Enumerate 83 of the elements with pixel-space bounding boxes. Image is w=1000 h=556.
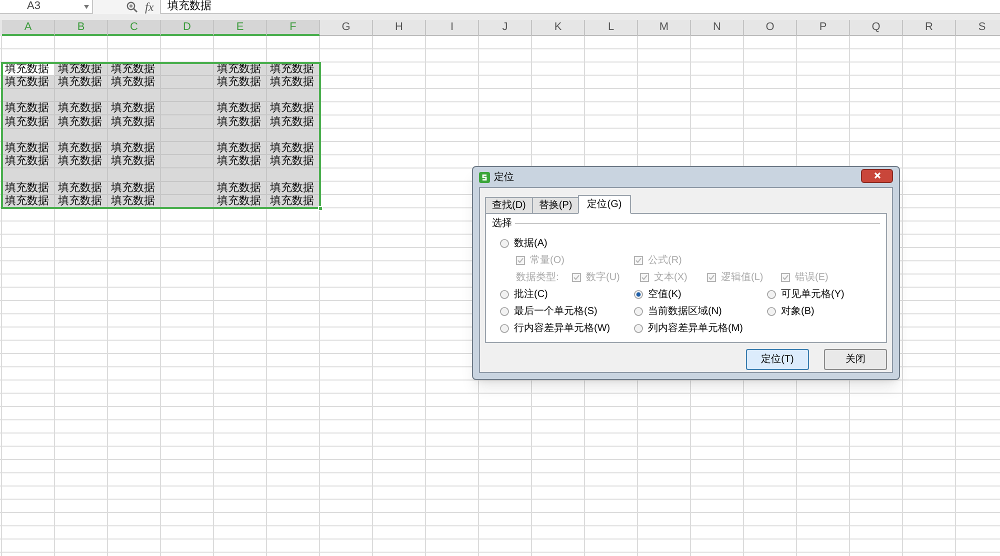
table-cell[interactable]: 填充数据 [108, 155, 161, 168]
column-header[interactable]: O [744, 20, 797, 36]
close-button[interactable] [861, 168, 893, 182]
option-label[interactable]: 行内容差异单元格(W) [514, 321, 610, 336]
group-label: 选择 [492, 216, 512, 231]
table-cell[interactable]: 填充数据 [214, 182, 267, 195]
table-cell[interactable]: 填充数据 [2, 116, 55, 129]
table-cell[interactable]: 填充数据 [55, 182, 108, 195]
table-cell[interactable]: 填充数据 [108, 182, 161, 195]
dialog-title: 定位 [494, 170, 515, 184]
table-cell[interactable]: 填充数据 [2, 195, 55, 208]
radio-icon[interactable] [500, 307, 509, 316]
dialog-button[interactable]: 定位(T) [746, 349, 809, 370]
table-cell[interactable]: 填充数据 [55, 195, 108, 208]
table-cell[interactable]: 填充数据 [108, 195, 161, 208]
option-label[interactable]: 对象(B) [781, 304, 814, 319]
table-cell[interactable]: 填充数据 [214, 76, 267, 89]
dialog-button[interactable]: 关闭 [824, 349, 887, 370]
radio-selected-icon[interactable] [634, 290, 643, 299]
radio-icon[interactable] [500, 239, 509, 248]
table-cell[interactable]: 填充数据 [2, 155, 55, 168]
table-cell[interactable]: 填充数据 [214, 142, 267, 156]
table-cell[interactable]: 填充数据 [267, 195, 320, 208]
table-cell[interactable]: 填充数据 [214, 195, 267, 208]
option-label[interactable]: 可见单元格(Y) [781, 287, 844, 302]
table-cell[interactable]: 填充数据 [2, 76, 55, 89]
column-header[interactable]: P [797, 20, 850, 36]
dropdown-caret-icon [84, 4, 89, 8]
table-cell[interactable]: 填充数据 [214, 116, 267, 129]
column-header[interactable]: N [691, 20, 744, 36]
radio-icon[interactable] [634, 324, 643, 333]
table-cell[interactable]: 填充数据 [108, 102, 161, 116]
formula-field[interactable]: 填充数据 [160, 0, 1000, 14]
option-label[interactable]: 空值(K) [648, 287, 682, 302]
column-header[interactable]: M [638, 20, 691, 36]
table-cell[interactable]: 填充数据 [267, 142, 320, 156]
option-label[interactable]: 数据(A) [514, 236, 548, 251]
column-header[interactable]: S [956, 20, 1000, 36]
table-cell[interactable]: 填充数据 [214, 155, 267, 168]
radio-icon[interactable] [767, 307, 776, 316]
table-cell[interactable]: 填充数据 [55, 142, 108, 156]
column-header[interactable]: G [320, 20, 373, 36]
table-cell[interactable]: 填充数据 [108, 76, 161, 89]
table-cell[interactable]: 填充数据 [55, 155, 108, 168]
option-label[interactable]: 当前数据区域(N) [648, 304, 722, 319]
radio-icon[interactable] [500, 324, 509, 333]
radio-icon[interactable] [500, 290, 509, 299]
function-label[interactable]: fx [145, 0, 154, 16]
option-label[interactable]: 批注(C) [514, 287, 548, 302]
tab[interactable]: 替换(P) [532, 197, 580, 214]
radio-icon[interactable] [634, 307, 643, 316]
table-cell[interactable]: 填充数据 [267, 102, 320, 116]
table-cell[interactable]: 填充数据 [2, 142, 55, 156]
table-cell[interactable]: 填充数据 [267, 182, 320, 195]
table-cell[interactable]: 填充数据 [267, 76, 320, 89]
column-header[interactable]: L [585, 20, 638, 36]
data-types-label: 数据类型: [516, 270, 560, 285]
column-header[interactable]: R [903, 20, 956, 36]
option-label[interactable]: 列内容差异单元格(M) [648, 321, 743, 336]
column-header[interactable]: J [479, 20, 532, 36]
column-header[interactable]: H [373, 20, 426, 36]
close-icon [874, 172, 880, 179]
column-header[interactable]: Q [850, 20, 903, 36]
table-cell[interactable]: 填充数据 [2, 102, 55, 116]
fill-handle[interactable] [318, 206, 323, 212]
table-cell[interactable]: 填充数据 [214, 102, 267, 116]
zoom-icon[interactable] [126, 1, 138, 13]
table-cell[interactable]: 填充数据 [267, 155, 320, 168]
table-cell[interactable]: 填充数据 [108, 116, 161, 129]
table-cell[interactable]: 填充数据 [55, 102, 108, 116]
column-header[interactable]: I [426, 20, 479, 36]
table-cell[interactable]: 填充数据 [267, 116, 320, 129]
tab[interactable]: 查找(D) [485, 197, 533, 214]
table-cell[interactable]: 填充数据 [108, 142, 161, 156]
table-cell[interactable]: 填充数据 [55, 116, 108, 129]
name-box[interactable]: A3 [0, 0, 93, 14]
column-header[interactable]: K [532, 20, 585, 36]
table-cell[interactable]: 填充数据 [55, 76, 108, 89]
option-label[interactable]: 最后一个单元格(S) [514, 304, 598, 319]
app-logo-icon [479, 172, 490, 182]
radio-icon[interactable] [767, 290, 776, 299]
table-cell[interactable]: 填充数据 [2, 182, 55, 195]
tab[interactable]: 定位(G) [578, 195, 631, 214]
